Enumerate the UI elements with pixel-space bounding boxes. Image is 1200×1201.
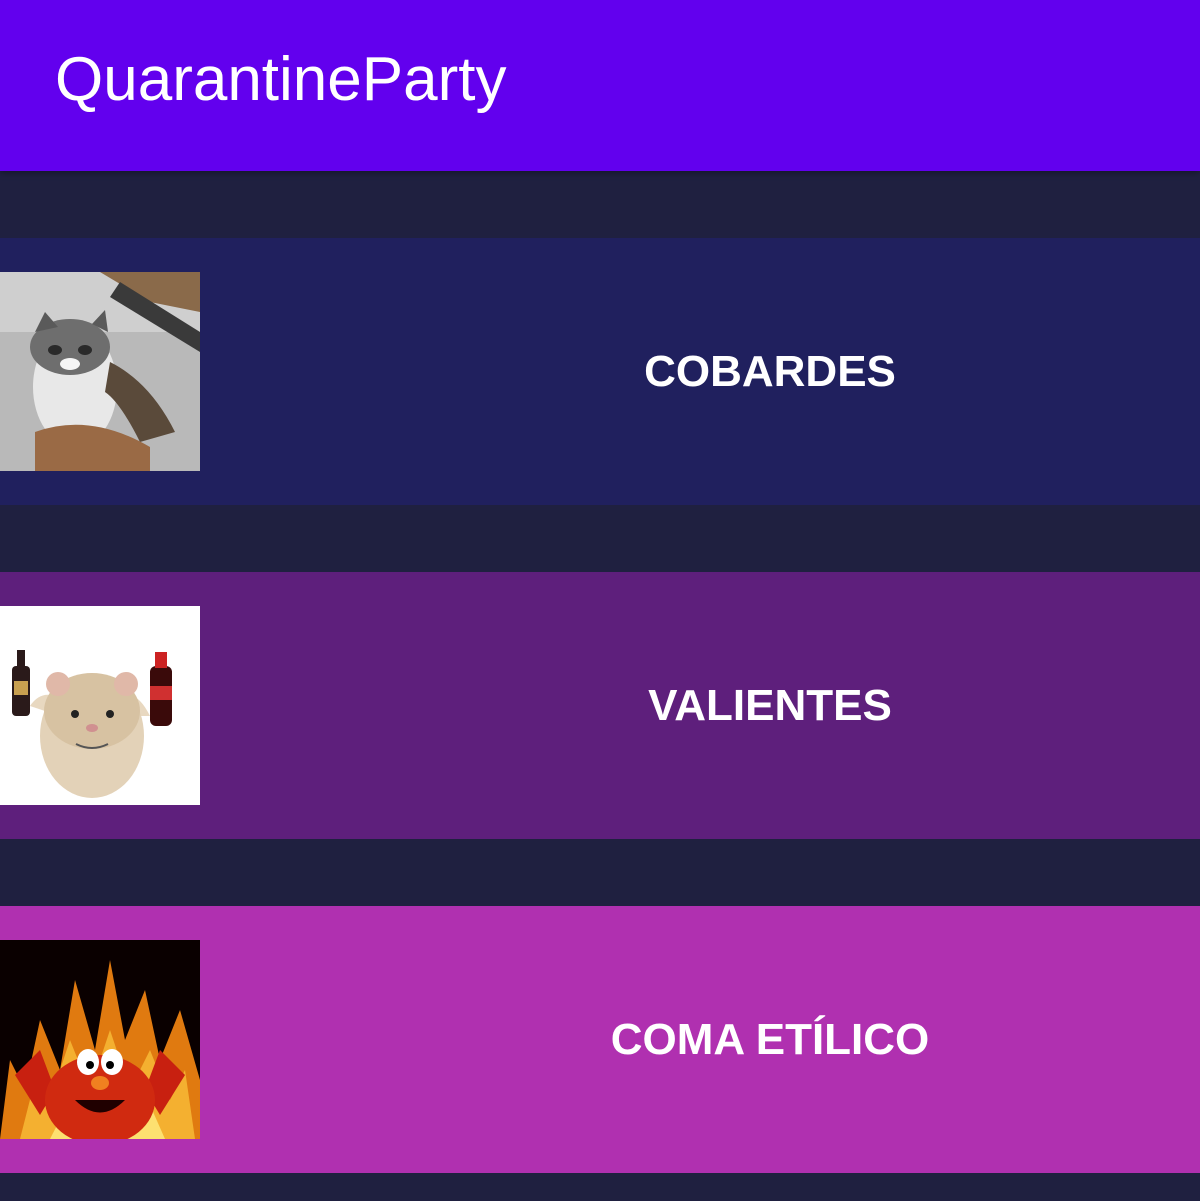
app-bar: QuarantineParty <box>0 0 1200 171</box>
hamster-with-bottles-image <box>0 606 200 805</box>
scared-cat-image <box>0 272 200 471</box>
option-cobardes[interactable]: COBARDES <box>0 238 1200 505</box>
option-valientes[interactable]: VALIENTES <box>0 572 1200 839</box>
option-label: COBARDES <box>644 347 896 396</box>
elmo-on-fire-image <box>0 940 200 1139</box>
option-coma-etilico[interactable]: COMA ETÍLICO <box>0 906 1200 1173</box>
app-title: QuarantineParty <box>55 45 507 114</box>
option-label: VALIENTES <box>648 681 892 730</box>
option-label: COMA ETÍLICO <box>610 1015 930 1064</box>
